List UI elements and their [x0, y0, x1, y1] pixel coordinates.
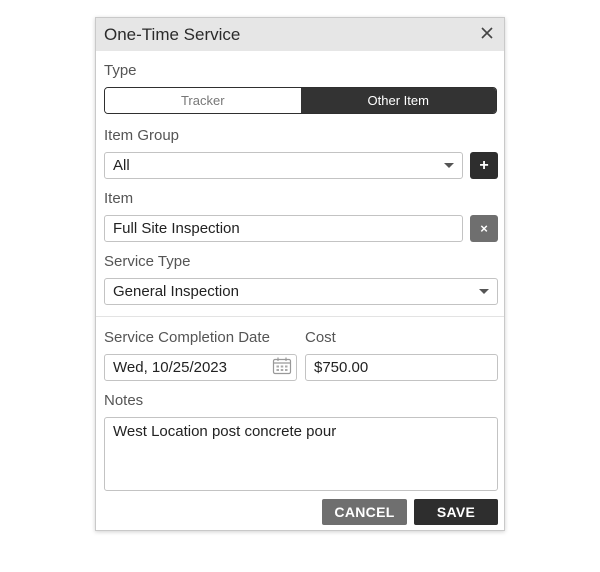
completion-date-value: Wed, 10/25/2023 [113, 359, 227, 376]
type-option-other-item[interactable]: Other Item [300, 88, 496, 113]
item-value: Full Site Inspection [113, 220, 240, 237]
item-group-select[interactable]: All [104, 152, 463, 179]
notes-label: Notes [104, 392, 144, 409]
chevron-down-icon [479, 289, 489, 294]
cost-value: $750.00 [314, 359, 369, 376]
clear-item-button[interactable]: × [470, 215, 498, 242]
cancel-button[interactable]: CANCEL [322, 499, 407, 525]
one-time-service-dialog: One-Time Service Type Tracker Other Item… [95, 17, 505, 531]
type-option-tracker[interactable]: Tracker [105, 88, 301, 113]
cost-label: Cost [305, 329, 336, 346]
item-group-label: Item Group [104, 127, 180, 144]
completion-date-label: Service Completion Date [104, 329, 270, 346]
completion-date-field[interactable]: Wed, 10/25/2023 [104, 354, 297, 381]
item-group-value: All [113, 157, 130, 174]
calendar-icon[interactable] [272, 357, 292, 379]
section-divider [96, 316, 504, 317]
chevron-down-icon [444, 163, 454, 168]
type-label: Type [104, 62, 137, 79]
notes-textarea[interactable]: West Location post concrete pour [104, 417, 498, 491]
dialog-title: One-Time Service [104, 25, 241, 44]
save-button[interactable]: SAVE [414, 499, 498, 525]
item-field[interactable]: Full Site Inspection [104, 215, 463, 242]
add-item-group-button[interactable]: + [470, 152, 498, 179]
service-type-value: General Inspection [113, 283, 239, 300]
close-icon[interactable] [479, 25, 495, 41]
service-type-select[interactable]: General Inspection [104, 278, 498, 305]
service-type-label: Service Type [104, 253, 191, 270]
cost-field[interactable]: $750.00 [305, 354, 498, 381]
item-label: Item [104, 190, 134, 207]
dialog-titlebar: One-Time Service [96, 18, 504, 51]
type-toggle: Tracker Other Item [104, 87, 497, 114]
